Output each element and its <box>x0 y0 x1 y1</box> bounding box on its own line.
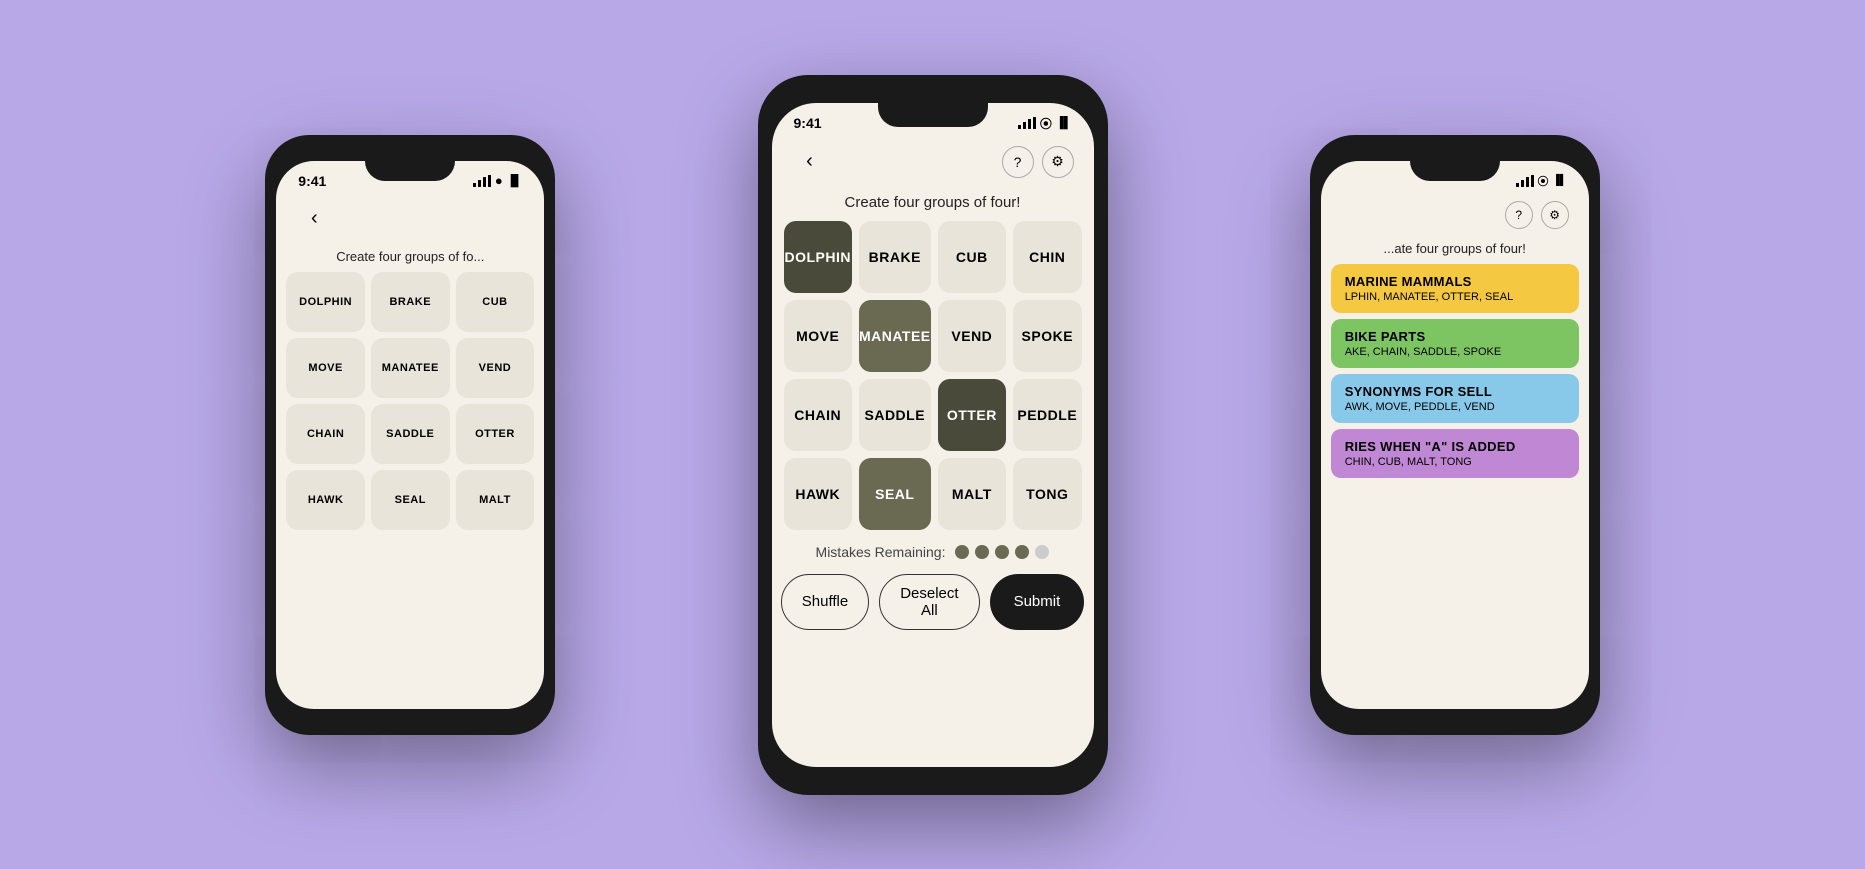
phone-center-screen: 9:41 ⦿ ▐▌ ‹ ? ⚙ <box>772 103 1094 767</box>
word-grid-left: DOLPHIN BRAKE CUB MOVE MANATEE VEND CHAI… <box>276 272 544 530</box>
tile-dolphin-left[interactable]: DOLPHIN <box>286 272 365 332</box>
dot-4 <box>1015 545 1029 559</box>
tile-spoke-center[interactable]: SPOKE <box>1013 300 1081 372</box>
wifi-icon-center: ⦿ <box>1040 115 1052 132</box>
nav-bar-right: ? ⚙ <box>1321 193 1589 237</box>
subtitle-left: Create four groups of fo... <box>276 245 544 272</box>
card-ries-title: RIES WHEN "A" IS ADDED <box>1345 439 1565 454</box>
notch-left <box>365 161 455 181</box>
tile-chain-left[interactable]: CHAIN <box>286 404 365 464</box>
tile-malt-center[interactable]: MALT <box>938 458 1006 530</box>
help-button-center[interactable]: ? <box>1002 146 1034 178</box>
tile-vend-center[interactable]: VEND <box>938 300 1006 372</box>
word-grid-center: DOLPHIN BRAKE CUB CHIN MOVE MANATEE VEND… <box>772 221 1094 530</box>
tile-vend-left[interactable]: VEND <box>456 338 535 398</box>
tile-hawk-left[interactable]: HAWK <box>286 470 365 530</box>
signal-icon-center <box>1018 117 1036 129</box>
card-synonyms-words: AWK, MOVE, PEDDLE, VEND <box>1345 401 1565 413</box>
card-marine-title: MARINE MAMMALS <box>1345 274 1565 289</box>
tile-cub-center[interactable]: CUB <box>938 221 1006 293</box>
signal-icon-left <box>473 175 491 187</box>
dot-2 <box>975 545 989 559</box>
dot-1 <box>955 545 969 559</box>
phones-container: 9:41 ● ▐▌ ‹ Create four groups of fo. <box>0 0 1865 869</box>
nav-icons-center: ? ⚙ <box>1002 146 1074 178</box>
dot-3 <box>995 545 1009 559</box>
tile-manatee-center[interactable]: MANATEE <box>859 300 931 372</box>
wifi-icon-left: ● <box>495 173 503 188</box>
tile-cub-left[interactable]: CUB <box>456 272 535 332</box>
tile-saddle-left[interactable]: SADDLE <box>371 404 450 464</box>
tile-tong-center[interactable]: TONG <box>1013 458 1081 530</box>
tile-brake-left[interactable]: BRAKE <box>371 272 450 332</box>
mistakes-label: Mistakes Remaining: <box>816 544 946 560</box>
status-icons-right: ⦿ ▐▌ <box>1516 173 1567 189</box>
tile-hawk-center[interactable]: HAWK <box>784 458 852 530</box>
card-bike-words: AKE, CHAIN, SADDLE, SPOKE <box>1345 346 1565 358</box>
mistakes-row: Mistakes Remaining: <box>772 530 1094 574</box>
phone-center: 9:41 ⦿ ▐▌ ‹ ? ⚙ <box>758 75 1108 795</box>
battery-icon-left: ▐▌ <box>507 175 523 187</box>
status-icons-left: ● ▐▌ <box>473 173 522 188</box>
settings-button-center[interactable]: ⚙ <box>1042 146 1074 178</box>
phone-right: ⦿ ▐▌ ? ⚙ ...ate four groups of four! MAR… <box>1310 135 1600 735</box>
submit-button[interactable]: Submit <box>990 574 1085 630</box>
phone-left-screen: 9:41 ● ▐▌ ‹ Create four groups of fo. <box>276 161 544 709</box>
dot-5 <box>1035 545 1049 559</box>
tile-chin-center[interactable]: CHIN <box>1013 221 1081 293</box>
nav-bar-center: ‹ ? ⚙ <box>772 136 1094 188</box>
category-cards: MARINE MAMMALS LPHIN, MANATEE, OTTER, SE… <box>1321 264 1589 478</box>
back-button-left[interactable]: ‹ <box>296 201 332 237</box>
tile-move-left[interactable]: MOVE <box>286 338 365 398</box>
card-synonyms-sell: SYNONYMS FOR SELL AWK, MOVE, PEDDLE, VEN… <box>1331 374 1579 423</box>
help-button-right[interactable]: ? <box>1505 201 1533 229</box>
tile-manatee-left[interactable]: MANATEE <box>371 338 450 398</box>
mistake-dots <box>955 545 1049 559</box>
time-left: 9:41 <box>298 173 326 189</box>
tile-otter-left[interactable]: OTTER <box>456 404 535 464</box>
card-marine-mammals: MARINE MAMMALS LPHIN, MANATEE, OTTER, SE… <box>1331 264 1579 313</box>
notch-right <box>1410 161 1500 181</box>
card-bike-parts: BIKE PARTS AKE, CHAIN, SADDLE, SPOKE <box>1331 319 1579 368</box>
nav-bar-left: ‹ <box>276 193 544 245</box>
tile-chain-center[interactable]: CHAIN <box>784 379 852 451</box>
tile-malt-left[interactable]: MALT <box>456 470 535 530</box>
tile-brake-center[interactable]: BRAKE <box>859 221 931 293</box>
notch-center <box>878 103 988 127</box>
settings-button-right[interactable]: ⚙ <box>1541 201 1569 229</box>
card-marine-words: LPHIN, MANATEE, OTTER, SEAL <box>1345 291 1565 303</box>
subtitle-center: Create four groups of four! <box>772 188 1094 221</box>
tile-otter-center[interactable]: OTTER <box>938 379 1006 451</box>
deselect-button[interactable]: Deselect All <box>879 574 979 630</box>
card-ries-words: CHIN, CUB, MALT, TONG <box>1345 456 1565 468</box>
time-center: 9:41 <box>794 115 822 131</box>
battery-icon-right: ▐▌ <box>1553 175 1567 186</box>
signal-icon-right <box>1516 175 1534 187</box>
phone-right-screen: ⦿ ▐▌ ? ⚙ ...ate four groups of four! MAR… <box>1321 161 1589 709</box>
tile-dolphin-center[interactable]: DOLPHIN <box>784 221 852 293</box>
buttons-row: Shuffle Deselect All Submit <box>772 574 1094 646</box>
tile-peddle-center[interactable]: PEDDLE <box>1013 379 1081 451</box>
nav-icons-right: ? ⚙ <box>1505 201 1569 229</box>
battery-icon-center: ▐▌ <box>1056 117 1072 129</box>
shuffle-button[interactable]: Shuffle <box>781 574 869 630</box>
tile-move-center[interactable]: MOVE <box>784 300 852 372</box>
tile-seal-left[interactable]: SEAL <box>371 470 450 530</box>
subtitle-right: ...ate four groups of four! <box>1321 237 1589 264</box>
card-bike-title: BIKE PARTS <box>1345 329 1565 344</box>
tile-seal-center[interactable]: SEAL <box>859 458 931 530</box>
card-ries-when: RIES WHEN "A" IS ADDED CHIN, CUB, MALT, … <box>1331 429 1579 478</box>
back-button-center[interactable]: ‹ <box>792 144 828 180</box>
status-icons-center: ⦿ ▐▌ <box>1018 115 1072 132</box>
wifi-icon-right: ⦿ <box>1538 173 1549 189</box>
card-synonyms-title: SYNONYMS FOR SELL <box>1345 384 1565 399</box>
tile-saddle-center[interactable]: SADDLE <box>859 379 931 451</box>
phone-left: 9:41 ● ▐▌ ‹ Create four groups of fo. <box>265 135 555 735</box>
